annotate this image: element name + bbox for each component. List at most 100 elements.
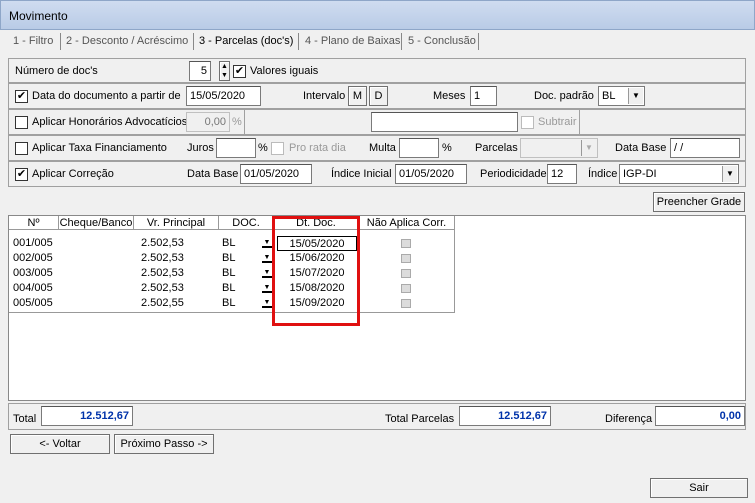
intervalo-d-button[interactable]: D [369,86,388,106]
tab-separator [478,33,479,50]
chevron-down-icon[interactable]: ▼ [262,298,272,308]
cell-valor: 2.502,53 [141,252,184,264]
correcao-data-base-input[interactable]: 01/05/2020 [240,164,312,184]
tab-separator [298,33,299,50]
highlight-box [272,216,360,326]
juros-input[interactable] [216,138,256,158]
valores-iguais-label: Valores iguais [250,65,319,77]
docs-count-input[interactable]: 5 [189,61,211,81]
cell-valor: 2.502,53 [141,267,184,279]
intervalo-m-button[interactable]: M [348,86,367,106]
cell-valor: 2.502,53 [141,237,184,249]
cell-valor: 2.502,55 [141,297,184,309]
title-bar: Movimento [0,0,755,30]
chevron-down-icon[interactable]: ▼ [262,283,272,293]
tab-parcelas[interactable]: 3 - Parcelas (doc's) [199,33,293,50]
multa-input[interactable] [399,138,439,158]
total-value: 12.512,67 [41,406,133,426]
doc-padrao-select[interactable]: BL ▼ [598,86,645,106]
tab-desconto[interactable]: 2 - Desconto / Acréscimo [66,33,188,50]
multa-pct-label: % [442,142,452,154]
taxa-label: Aplicar Taxa Financiamento [32,142,167,154]
chevron-down-icon[interactable]: ▼ [262,238,272,248]
column-header[interactable]: DOC. [219,216,274,230]
cell-doc: BL [222,252,236,264]
chevron-down-icon[interactable]: ▼ [262,268,272,278]
tab-conclusao[interactable]: 5 - Conclusão [408,33,476,50]
pro-rata-checkbox[interactable] [271,142,284,155]
tab-separator [401,33,402,50]
column-header[interactable]: Vr. Principal [134,216,219,230]
intervalo-label: Intervalo [303,90,346,102]
column-header[interactable]: Cheque/Banco [59,216,134,230]
data-doc-panel: ✔ Data do documento a partir de 15/05/20… [8,83,746,109]
honorarios-input[interactable]: 0,00 [186,112,230,132]
nao-aplica-checkbox[interactable] [401,254,411,263]
nao-aplica-checkbox[interactable] [401,239,411,248]
cell-n: 004/005 [13,282,53,294]
subtrair-checkbox[interactable] [521,116,534,129]
docs-panel: Número de doc's 5 ▲ ▼ ✔ Valores iguais [8,58,746,83]
grid-bottom-line [9,312,454,313]
tab-plano-baixas[interactable]: 4 - Plano de Baixas [305,33,400,50]
valores-iguais-checkbox[interactable]: ✔ [233,65,246,78]
parcelas-grid[interactable]: Nº Cheque/Banco Vr. Principal DOC. Dt. D… [8,215,746,401]
parcelas-select[interactable]: ▼ [520,138,598,158]
tab-separator [60,33,61,50]
pro-rata-label: Pro rata dia [289,142,346,154]
voltar-button[interactable]: <- Voltar [10,434,110,454]
honorarios-panel: Aplicar Honorários Advocatícios 0,00 % S… [8,109,746,135]
preencher-grade-button[interactable]: Preencher Grade [653,192,745,212]
column-header[interactable]: Nº [9,216,59,230]
chevron-down-icon[interactable]: ▼ [262,253,272,263]
cell-valor: 2.502,53 [141,282,184,294]
doc-padrao-value: BL [602,90,616,102]
honorarios-checkbox[interactable] [15,116,28,129]
cell-doc: BL [222,267,236,279]
parcelas-label: Parcelas [475,142,518,154]
total-parcelas-label: Total Parcelas [385,413,455,425]
honorarios-pct-label: % [232,116,242,128]
data-doc-input[interactable]: 15/05/2020 [186,86,261,106]
cell-n: 005/005 [13,297,53,309]
cell-doc: BL [222,237,236,249]
indice-inicial-input[interactable]: 01/05/2020 [395,164,467,184]
cell-n: 001/005 [13,237,53,249]
taxa-panel: Aplicar Taxa Financiamento Juros % Pro r… [8,135,746,161]
total-parcelas-value: 12.512,67 [459,406,551,426]
nao-aplica-checkbox[interactable] [401,299,411,308]
tab-separator [193,33,194,50]
grid-right-line [454,216,455,313]
periodicidade-input[interactable]: 12 [547,164,577,184]
docs-spinner[interactable]: ▲ ▼ [219,61,230,81]
tab-filtro[interactable]: 1 - Filtro [13,33,53,50]
juros-label: Juros [187,142,214,154]
data-doc-checkbox[interactable]: ✔ [15,90,28,103]
taxa-data-base-input[interactable]: / / [670,138,740,158]
cell-doc: BL [222,282,236,294]
chevron-down-icon: ▼ [722,166,737,182]
total-label: Total [13,413,37,425]
multa-label: Multa [369,142,396,154]
honorarios-label: Aplicar Honorários Advocatícios [32,116,188,128]
correcao-checkbox[interactable]: ✔ [15,168,28,181]
nao-aplica-checkbox[interactable] [401,269,411,278]
diferenca-value: 0,00 [655,406,745,426]
cell-n: 003/005 [13,267,53,279]
subtrair-label: Subtrair [538,116,577,128]
meses-input[interactable]: 1 [470,86,497,106]
taxa-checkbox[interactable] [15,142,28,155]
sair-button[interactable]: Sair [650,478,748,498]
honorarios-text-input[interactable] [371,112,518,132]
meses-label: Meses [433,90,466,102]
docs-label: Número de doc's [15,65,98,77]
doc-padrao-label: Doc. padrão [534,90,594,102]
taxa-data-base-label: Data Base [615,142,667,154]
indice-label: Índice [588,168,618,180]
totals-panel: Total 12.512,67 Total Parcelas 12.512,67… [8,403,746,430]
indice-select[interactable]: IGP-DI ▼ [619,164,739,184]
column-header[interactable]: Não Aplica Corr. [359,216,454,230]
nao-aplica-checkbox[interactable] [401,284,411,293]
proximo-passo-button[interactable]: Próximo Passo -> [114,434,214,454]
juros-pct-label: % [258,142,268,154]
